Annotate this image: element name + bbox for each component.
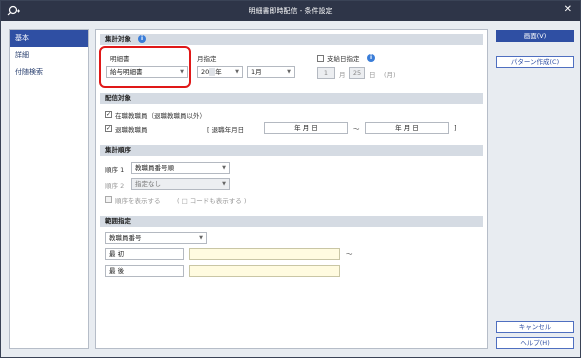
range-field-value: 教職員番号 (109, 234, 142, 242)
pay-month-unit: 月 (339, 71, 346, 79)
section-order: 集計順序 (100, 145, 483, 156)
pay-month-field[interactable]: 1 (317, 67, 335, 79)
range-tilde: 〜 (346, 250, 353, 258)
chevron-down-icon: ▼ (199, 235, 203, 241)
range-last-input[interactable] (189, 265, 340, 277)
order1-select[interactable]: 教職員番号順 ▼ (131, 162, 230, 174)
year-select-value: 20 (201, 68, 210, 76)
pattern-button[interactable]: パターン作成(C) (496, 56, 574, 68)
pay-paren: (月) (384, 71, 396, 79)
active-staff-label: 在職教職員（退職教職員以外） (115, 112, 206, 120)
nav-item-search[interactable]: 付随検索 (10, 64, 88, 81)
section-aggregate-title: 集計対象 (105, 35, 131, 43)
chevron-down-icon: ▼ (222, 181, 226, 187)
title-bar: 明細書即時配信 - 条件設定 ✕ (1, 1, 580, 21)
dialog-window: 明細書即時配信 - 条件設定 ✕ 基本 詳細 付随検索 集計対象 i 明細書 給… (0, 0, 581, 358)
order1-label: 順序 1 (105, 166, 125, 174)
pay-day-field[interactable]: 25 (349, 67, 365, 79)
nav-item-basic[interactable]: 基本 (10, 30, 88, 47)
show-code-label: ( □ コードも表示する ) (177, 197, 247, 205)
chevron-down-icon: ▼ (235, 69, 239, 75)
highlight-box (99, 46, 191, 88)
range-field-select[interactable]: 教職員番号 ▼ (105, 232, 207, 244)
info-icon[interactable]: i (138, 35, 146, 43)
info-icon[interactable]: i (367, 54, 375, 62)
year-unit: 年 (215, 68, 222, 76)
nav-item-detail[interactable]: 詳細 (10, 47, 88, 64)
cancel-button[interactable]: キャンセル (496, 321, 574, 333)
order2-label: 順序 2 (105, 182, 125, 190)
section-aggregate: 集計対象 (100, 34, 483, 45)
range-last-label: 最 後 (105, 265, 184, 277)
close-icon[interactable]: ✕ (564, 4, 572, 15)
section-range: 範囲指定 (100, 216, 483, 227)
section-order-title: 集計順序 (105, 146, 131, 154)
month-select[interactable]: 1月 ▼ (247, 66, 295, 78)
pay-day-unit: 日 (369, 71, 376, 79)
retired-staff-checkbox[interactable]: ✓ (105, 125, 112, 132)
retire-date-from[interactable]: 年 月 日 (264, 122, 348, 134)
payday-checkbox[interactable] (317, 55, 324, 62)
print-button[interactable]: 画面(V) (496, 30, 574, 42)
payday-label: 支給日指定 (327, 55, 360, 63)
window-title: 明細書即時配信 - 条件設定 (248, 7, 333, 15)
show-order-checkbox[interactable] (105, 196, 112, 203)
order1-value: 教職員番号順 (135, 164, 174, 172)
order2-select[interactable]: 指定なし ▼ (131, 178, 230, 190)
tilde: 〜 (353, 125, 360, 133)
retire-date-label: [ 退職年月日 (207, 126, 245, 134)
section-range-title: 範囲指定 (105, 217, 131, 225)
show-order-label: 順序を表示する (115, 197, 161, 205)
chevron-down-icon: ▼ (222, 165, 226, 171)
year-select[interactable]: 20 年 ▼ (197, 66, 243, 78)
close-bracket: ] (454, 124, 457, 132)
left-nav: 基本 詳細 付随検索 (9, 29, 89, 349)
order2-value: 指定なし (135, 180, 161, 188)
month-select-value: 1月 (251, 68, 262, 76)
month-label: 月指定 (197, 55, 217, 63)
retire-date-to[interactable]: 年 月 日 (365, 122, 449, 134)
help-button[interactable]: ヘルプ(H) (496, 337, 574, 349)
section-delivery: 配信対象 (100, 93, 483, 104)
section-delivery-title: 配信対象 (105, 94, 131, 102)
retired-staff-label: 退職教職員 (115, 126, 148, 134)
range-first-input[interactable] (189, 248, 340, 260)
range-first-label: 最 初 (105, 248, 184, 260)
chevron-down-icon: ▼ (287, 69, 291, 75)
active-staff-checkbox[interactable]: ✓ (105, 111, 112, 118)
